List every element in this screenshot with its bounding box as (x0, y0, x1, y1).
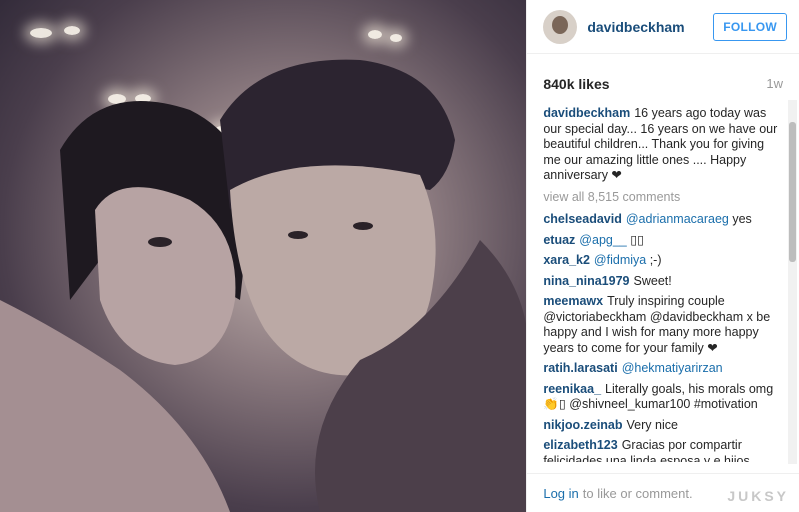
comments-scrollbar[interactable] (788, 100, 797, 464)
comment-mention[interactable]: @hekmatiyarirzan (622, 361, 723, 375)
post-footer: Log in to like or comment. JUKSY (527, 473, 799, 512)
comment-username[interactable]: elizabeth123 (543, 438, 617, 452)
caption: davidbeckham 16 years ago today was our s… (543, 106, 781, 184)
comment-username[interactable]: etuaz (543, 233, 575, 247)
comment-item: etuaz @apg__ ▯▯ (543, 233, 781, 249)
comment-username[interactable]: reenikaa_ (543, 382, 601, 396)
comment-username[interactable]: chelseadavid (543, 212, 622, 226)
comment-mention[interactable]: @apg__ (579, 233, 630, 247)
comment-item: xara_k2 @fidmiya ;-) (543, 253, 781, 269)
watermark-logo: JUKSY (727, 488, 789, 504)
comment-item: ratih.larasati @hekmatiyarirzan (543, 361, 781, 377)
comment-username[interactable]: nikjoo.zeinab (543, 418, 622, 432)
caption-username[interactable]: davidbeckham (543, 106, 630, 120)
comment-item: elizabeth123 Gracias por compartir felici… (543, 438, 781, 462)
comment-text: Sweet! (633, 273, 672, 288)
comment-username[interactable]: xara_k2 (543, 253, 590, 267)
comment-item: reenikaa_ Literally goals, his morals omg… (543, 382, 781, 413)
post-photo[interactable] (0, 0, 527, 512)
comment-mention[interactable]: @fidmiya (594, 253, 650, 267)
comments-list[interactable]: davidbeckham 16 years ago today was our s… (543, 106, 781, 462)
view-all-comments-link[interactable]: view all 8,515 comments (543, 190, 781, 206)
comment-text: Very nice (626, 417, 678, 432)
header-username[interactable]: davidbeckham (587, 19, 713, 35)
post-header: davidbeckham FOLLOW (527, 0, 799, 54)
avatar[interactable] (543, 9, 578, 44)
comment-text: yes (732, 212, 752, 226)
comment-text: ;-) (649, 253, 662, 267)
comment-username[interactable]: nina_nina1979 (543, 274, 629, 288)
comment-item: nina_nina1979 Sweet! (543, 274, 781, 290)
comment-item: meemawx Truly inspiring couple @victoriab… (543, 294, 781, 356)
comment-text: ▯▯ (630, 232, 644, 247)
couple-portrait (0, 59, 527, 512)
post-meta: 840k likes 1w (527, 54, 799, 92)
login-prompt: to like or comment. (582, 485, 693, 501)
post-sidebar: davidbeckham FOLLOW 840k likes 1w davidb… (526, 0, 799, 512)
comment-item: nikjoo.zeinab Very nice (543, 418, 781, 434)
comment-item: chelseadavid @adrianmacaraeg yes (543, 212, 781, 228)
comment-username[interactable]: meemawx (543, 294, 603, 308)
follow-button[interactable]: FOLLOW (713, 12, 787, 41)
login-link[interactable]: Log in (543, 486, 578, 501)
scrollbar-thumb[interactable] (789, 122, 796, 262)
comment-mention[interactable]: @adrianmacaraeg (626, 212, 733, 226)
likes-count[interactable]: 840k likes (543, 76, 609, 92)
post-time[interactable]: 1w (766, 76, 783, 92)
comment-username[interactable]: ratih.larasati (543, 361, 617, 375)
